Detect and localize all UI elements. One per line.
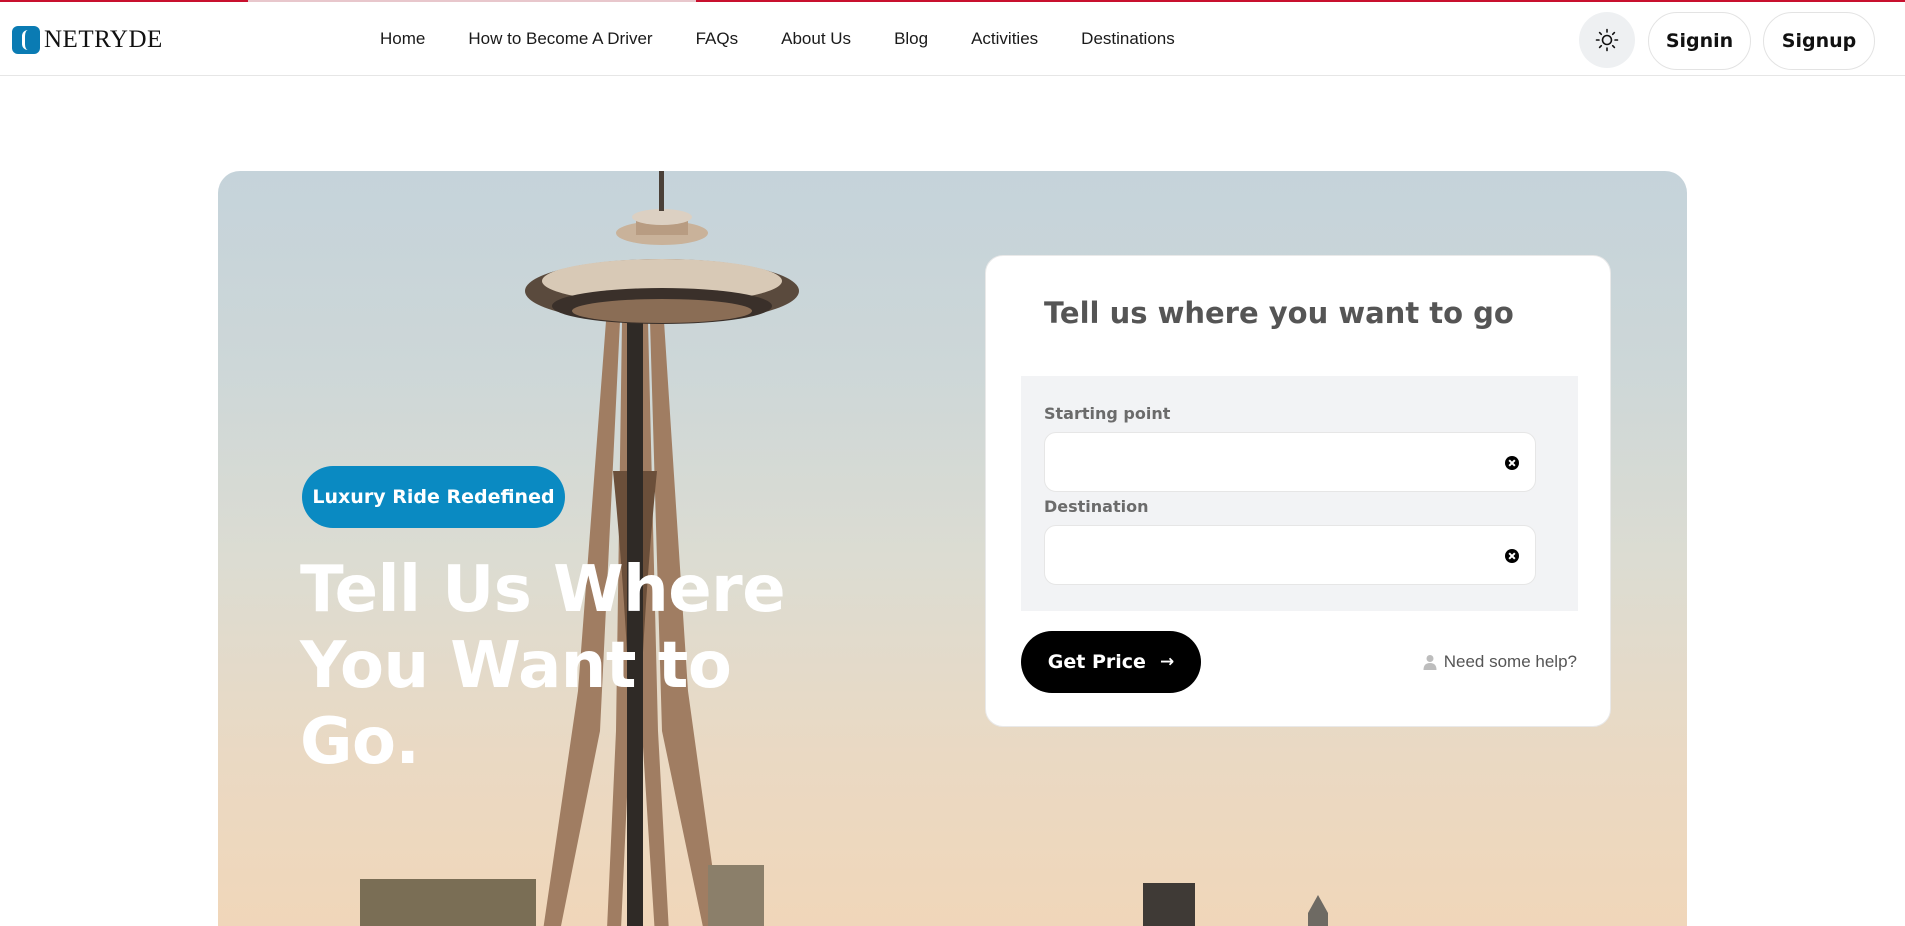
clear-destination-icon[interactable] bbox=[1505, 549, 1519, 563]
booking-title: Tell us where you want to go bbox=[1044, 296, 1514, 330]
clear-starting-point-icon[interactable] bbox=[1505, 456, 1519, 470]
help-link[interactable]: Need some help? bbox=[1422, 652, 1577, 672]
arrow-right-icon: → bbox=[1159, 652, 1175, 672]
destination-field[interactable] bbox=[1044, 525, 1536, 585]
booking-form: Starting point Destination bbox=[1021, 376, 1578, 611]
nav-faqs[interactable]: FAQs bbox=[696, 29, 739, 49]
main-nav: Home How to Become A Driver FAQs About U… bbox=[380, 2, 1218, 76]
nav-destinations[interactable]: Destinations bbox=[1081, 29, 1175, 49]
nav-about-us[interactable]: About Us bbox=[781, 29, 851, 49]
brand-name: NETRYDE bbox=[44, 26, 163, 53]
starting-point-label: Starting point bbox=[1044, 404, 1171, 423]
hero-title-line1: Tell Us Where bbox=[300, 553, 786, 627]
nav-activities[interactable]: Activities bbox=[971, 29, 1038, 49]
destination-input[interactable] bbox=[1045, 526, 1495, 584]
signup-button[interactable]: Signup bbox=[1763, 12, 1875, 70]
signin-button[interactable]: Signin bbox=[1648, 12, 1751, 70]
brand-logo[interactable]: NETRYDE bbox=[12, 26, 163, 54]
destination-label: Destination bbox=[1044, 497, 1149, 516]
nav-become-driver[interactable]: How to Become A Driver bbox=[468, 29, 652, 49]
starting-point-field[interactable] bbox=[1044, 432, 1536, 492]
starting-point-input[interactable] bbox=[1045, 433, 1495, 491]
booking-card: Tell us where you want to go Starting po… bbox=[985, 255, 1611, 727]
theme-toggle-button[interactable] bbox=[1579, 12, 1635, 68]
hero-title-line2: You Want to Go. bbox=[300, 629, 732, 779]
sun-icon bbox=[1595, 28, 1619, 52]
nav-blog[interactable]: Blog bbox=[894, 29, 928, 49]
nav-home[interactable]: Home bbox=[380, 29, 425, 49]
help-label: Need some help? bbox=[1443, 652, 1577, 671]
hero-title: Tell Us Where You Want to Go. bbox=[300, 552, 860, 780]
get-price-button[interactable]: Get Price → bbox=[1021, 631, 1201, 693]
user-icon bbox=[1423, 655, 1437, 670]
logo-mark-icon bbox=[12, 26, 40, 54]
hero-badge: Luxury Ride Redefined bbox=[302, 466, 565, 528]
get-price-label: Get Price bbox=[1047, 651, 1146, 673]
site-header: NETRYDE Home How to Become A Driver FAQs… bbox=[0, 2, 1905, 76]
